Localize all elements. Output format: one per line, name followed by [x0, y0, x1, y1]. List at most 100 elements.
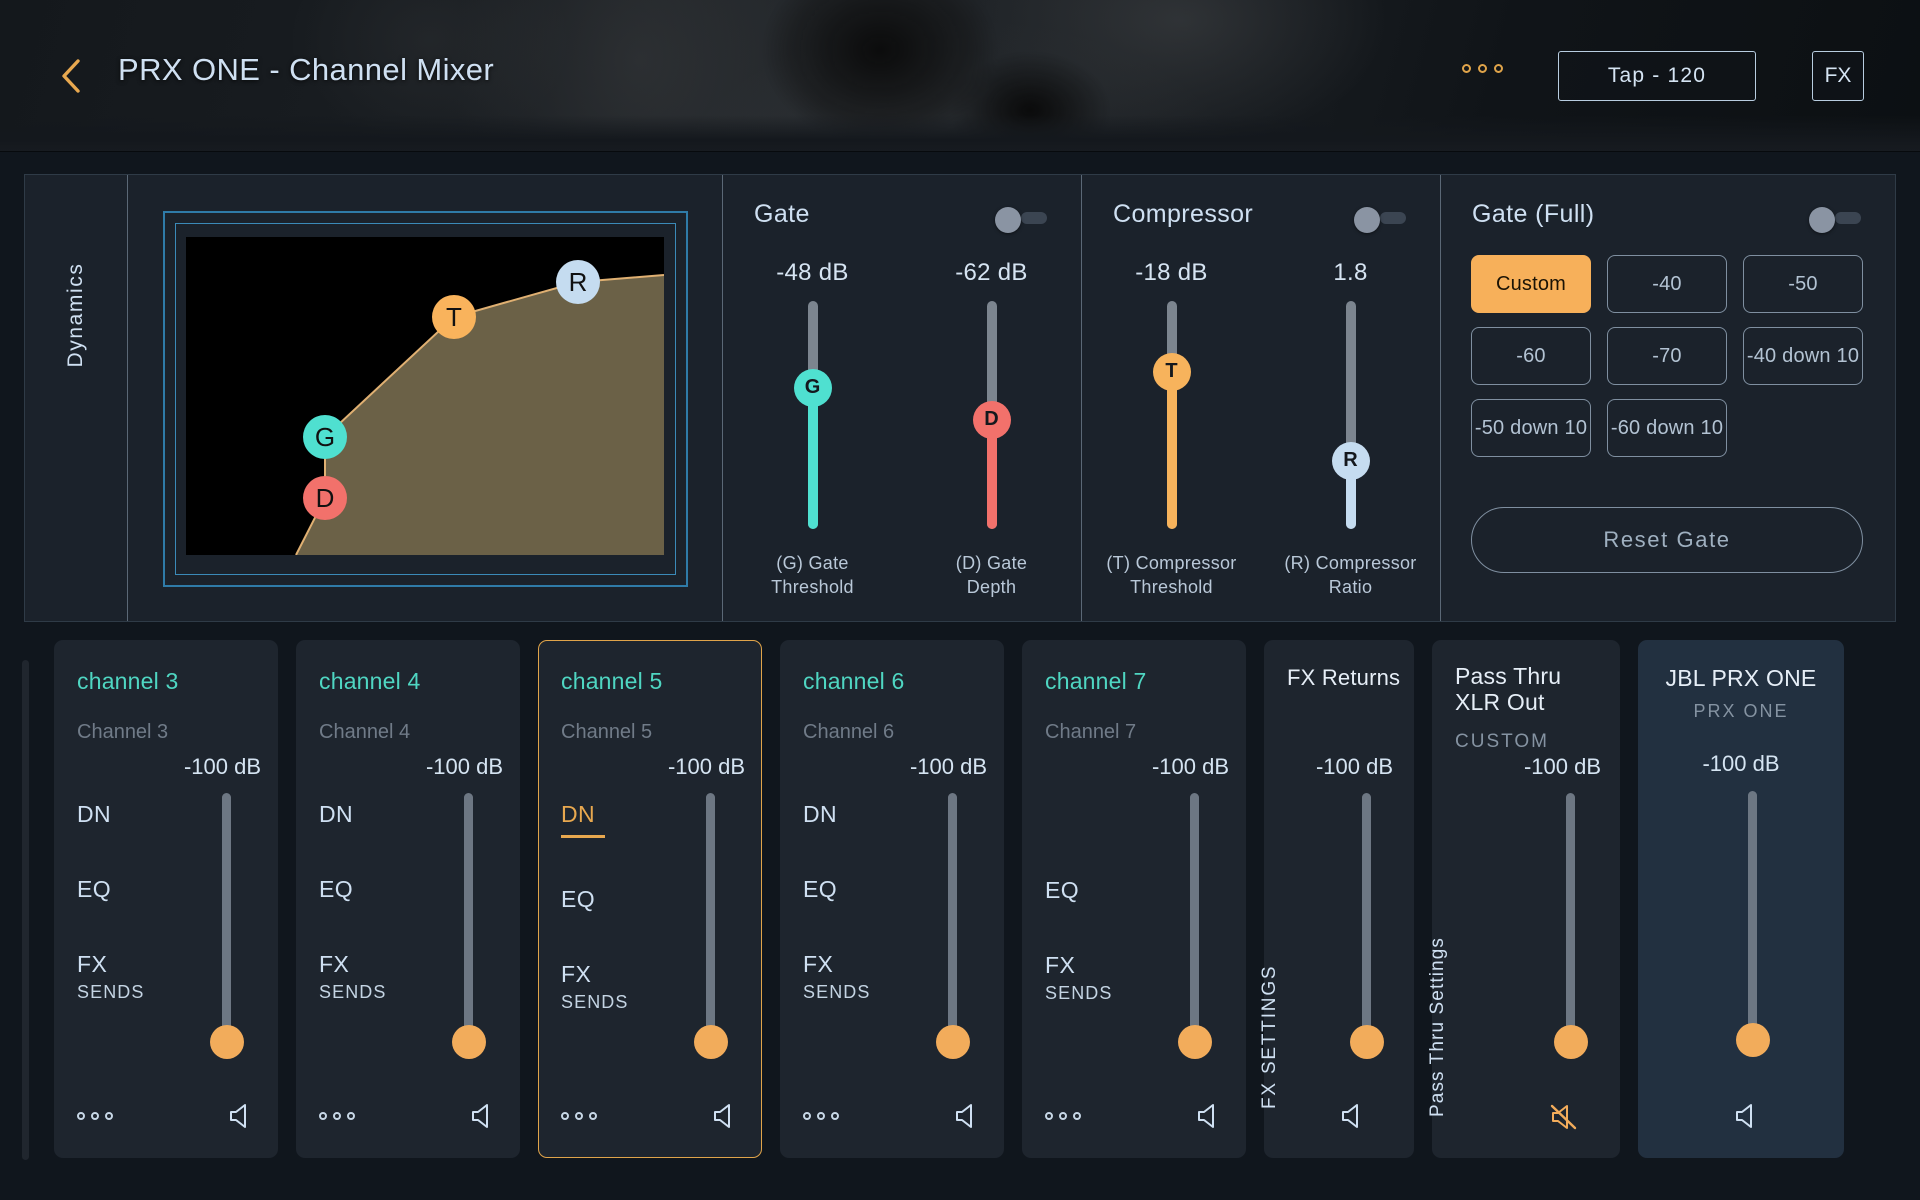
header-background-photo: [700, 0, 1220, 152]
fader-knob[interactable]: [1736, 1023, 1770, 1057]
strip-tab-eq[interactable]: EQ: [561, 886, 629, 913]
slider-handle-t[interactable]: T: [1153, 353, 1191, 391]
channel-strip[interactable]: channel 6 Channel 6 -100 dB DN EQ FX SEN…: [780, 640, 1004, 1158]
overflow-dots-icon[interactable]: [803, 1112, 839, 1120]
strip-tab-sends-label: SENDS: [1045, 983, 1113, 1004]
gate-depth-slider[interactable]: -62 dB D (D) Gate Depth: [902, 259, 1081, 600]
channel-strip-selected[interactable]: channel 5 Channel 5 -100 dB DN EQ FX SEN…: [538, 640, 762, 1158]
channel-strip[interactable]: channel 7 Channel 7 -100 dB EQ FX SENDS: [1022, 640, 1246, 1158]
speaker-icon[interactable]: [1195, 1103, 1225, 1129]
speaker-icon[interactable]: [1733, 1103, 1763, 1129]
strip-title: JBL PRX ONE: [1639, 665, 1843, 691]
gate-full-enable-toggle[interactable]: [1809, 207, 1861, 229]
pass-thru-strip[interactable]: Pass ThruXLR Out CUSTOM -100 dB Pass Thr…: [1432, 640, 1620, 1158]
strip-tab-fx-sends[interactable]: FX SENDS: [319, 951, 387, 1003]
strip-fader[interactable]: [948, 793, 957, 1045]
gate-preset-50-down-10[interactable]: -50 down 10: [1471, 399, 1591, 457]
fader-knob[interactable]: [1554, 1025, 1588, 1059]
strip-tab-fx-sends[interactable]: FX SENDS: [561, 961, 629, 1013]
strip-tab-eq[interactable]: EQ: [803, 876, 871, 903]
back-chevron-icon[interactable]: [58, 58, 84, 94]
gate-preset-40[interactable]: -40: [1607, 255, 1727, 313]
strip-tab-fx-sends[interactable]: FX SENDS: [1045, 952, 1113, 1004]
fader-knob[interactable]: [452, 1025, 486, 1059]
dynamics-curve-plot[interactable]: D G T R: [186, 237, 664, 555]
strip-tab-dn[interactable]: DN: [803, 801, 871, 828]
speaker-icon[interactable]: [711, 1103, 741, 1129]
device-output-strip[interactable]: JBL PRX ONE PRX ONE -100 dB: [1638, 640, 1844, 1158]
channel-strip-list: channel 3 Channel 3 -100 dB DN EQ FX SEN…: [54, 640, 1844, 1158]
strip-subtitle: PRX ONE: [1639, 701, 1843, 722]
strip-tab-sends-label: SENDS: [319, 982, 387, 1003]
overflow-dots-icon[interactable]: [1045, 1112, 1081, 1120]
compressor-threshold-slider[interactable]: -18 dB T (T) Compressor Threshold: [1082, 259, 1261, 600]
strip-fader[interactable]: [464, 793, 473, 1045]
speaker-muted-icon[interactable]: [1549, 1103, 1579, 1129]
strip-tab-dn[interactable]: DN: [561, 801, 605, 838]
slider-handle-g[interactable]: G: [794, 369, 832, 407]
fx-returns-strip[interactable]: FX Returns -100 dB FX SETTINGS: [1264, 640, 1414, 1158]
speaker-icon[interactable]: [469, 1103, 499, 1129]
strip-tab-eq[interactable]: EQ: [77, 876, 145, 903]
overflow-dots-icon[interactable]: [77, 1112, 113, 1120]
gate-preset-40-down-10[interactable]: -40 down 10: [1743, 327, 1863, 385]
strip-tab-dn[interactable]: DN: [319, 801, 387, 828]
speaker-icon[interactable]: [227, 1103, 257, 1129]
strip-fader[interactable]: [222, 793, 231, 1045]
strip-level-value: -100 dB: [1316, 754, 1393, 780]
overflow-dots-icon[interactable]: [319, 1112, 355, 1120]
gate-preset-50[interactable]: -50: [1743, 255, 1863, 313]
fader-track: [222, 793, 231, 1045]
dynamics-section-tab[interactable]: Dynamics: [25, 175, 127, 621]
reset-gate-button[interactable]: Reset Gate: [1471, 507, 1863, 573]
overflow-dots-icon[interactable]: [561, 1112, 597, 1120]
gate-preset-70[interactable]: -70: [1607, 327, 1727, 385]
slider-fill: [808, 388, 818, 529]
channel-strip-scroller: channel 3 Channel 3 -100 dB DN EQ FX SEN…: [22, 640, 1902, 1186]
fx-button[interactable]: FX: [1812, 51, 1864, 101]
fader-knob[interactable]: [1178, 1025, 1212, 1059]
slider-handle-d[interactable]: D: [973, 401, 1011, 439]
strip-title: channel 4: [319, 668, 421, 695]
gate-threshold-slider[interactable]: -48 dB G (G) Gate Threshold: [723, 259, 902, 600]
gate-preset-60-down-10[interactable]: -60 down 10: [1607, 399, 1727, 457]
gate-preset-60[interactable]: -60: [1471, 327, 1591, 385]
strip-level-value: -100 dB: [1152, 754, 1229, 780]
dynamics-graph-panel[interactable]: D G T R: [128, 175, 722, 621]
strip-tab-eq[interactable]: EQ: [319, 876, 387, 903]
graph-frame: D G T R: [163, 211, 688, 587]
fader-knob[interactable]: [210, 1025, 244, 1059]
gate-enable-toggle[interactable]: [995, 207, 1047, 229]
strip-fader[interactable]: [1190, 793, 1199, 1045]
strip-tab-fx-sends[interactable]: FX SENDS: [803, 951, 871, 1003]
strip-tab-eq[interactable]: EQ: [1045, 877, 1113, 904]
pass-thru-settings-label[interactable]: Pass Thru Settings: [1427, 937, 1449, 1117]
fader-knob[interactable]: [694, 1025, 728, 1059]
compressor-ratio-value: 1.8: [1333, 259, 1367, 287]
gate-full-panel: Gate (Full) Custom -40 -50 -60 -70 -40 d…: [1441, 175, 1895, 621]
strip-tab-dn[interactable]: DN: [77, 801, 145, 828]
horizontal-scrollbar-handle[interactable]: [22, 660, 29, 1160]
fx-settings-label[interactable]: FX SETTINGS: [1259, 965, 1281, 1109]
tap-tempo-button[interactable]: Tap - 120: [1558, 51, 1756, 101]
speaker-icon[interactable]: [953, 1103, 983, 1129]
fader-track: [1566, 793, 1575, 1045]
toggle-track: [1835, 212, 1861, 224]
fader-track: [1362, 793, 1371, 1045]
strip-fader[interactable]: [1362, 793, 1371, 1045]
channel-mixer-app: PRX ONE - Channel Mixer Tap - 120 FX Dyn…: [0, 0, 1920, 1200]
fader-knob[interactable]: [1350, 1025, 1384, 1059]
channel-strip[interactable]: channel 3 Channel 3 -100 dB DN EQ FX SEN…: [54, 640, 278, 1158]
fader-knob[interactable]: [936, 1025, 970, 1059]
strip-fader[interactable]: [1748, 791, 1757, 1043]
compressor-enable-toggle[interactable]: [1354, 207, 1406, 229]
strip-fader[interactable]: [706, 793, 715, 1045]
strip-tab-fx-sends[interactable]: FX SENDS: [77, 951, 145, 1003]
strip-fader[interactable]: [1566, 793, 1575, 1045]
gate-preset-custom[interactable]: Custom: [1471, 255, 1591, 313]
channel-strip[interactable]: channel 4 Channel 4 -100 dB DN EQ FX SEN…: [296, 640, 520, 1158]
overflow-dots-icon[interactable]: [1462, 64, 1503, 73]
slider-handle-r[interactable]: R: [1332, 442, 1370, 480]
compressor-ratio-slider[interactable]: 1.8 R (R) Compressor Ratio: [1261, 259, 1440, 600]
speaker-icon[interactable]: [1339, 1103, 1369, 1129]
